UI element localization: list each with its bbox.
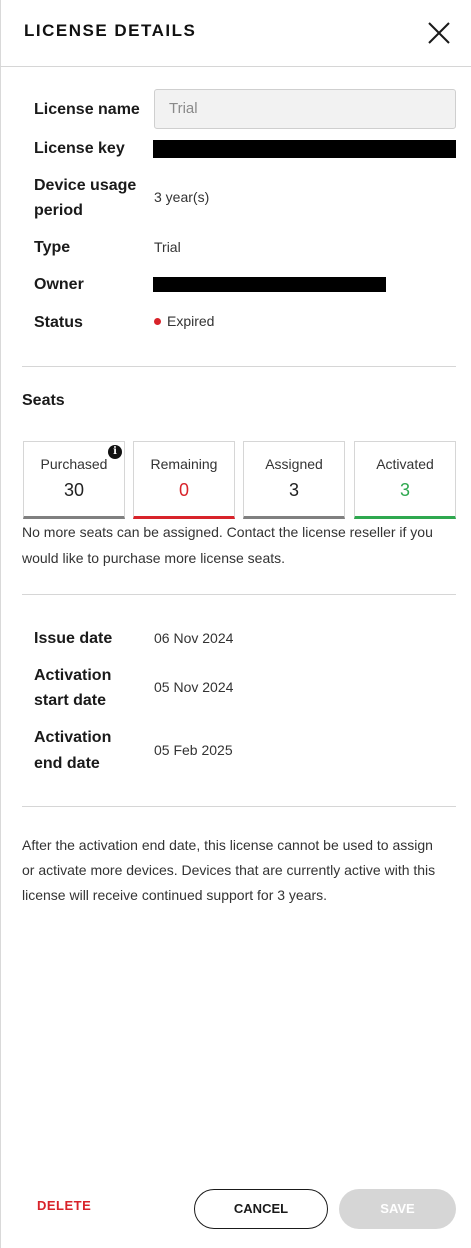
- seat-label: Purchased: [40, 456, 108, 472]
- seat-label: Activated: [376, 456, 434, 472]
- seat-card-purchased: Purchased 30 i: [23, 441, 125, 519]
- seat-label: Assigned: [265, 456, 323, 472]
- device-usage-value: 3 year(s): [154, 189, 210, 205]
- status-dot-icon: [154, 317, 161, 325]
- device-usage-label-line1: Device usage: [34, 177, 137, 194]
- license-key-redacted: [153, 140, 456, 158]
- issue-date-label: Issue date: [34, 630, 113, 647]
- seat-label: Remaining: [150, 456, 218, 472]
- type-value: Trial: [154, 239, 181, 255]
- close-icon: [428, 22, 450, 44]
- activation-start-label-line1: Activation: [34, 667, 112, 684]
- seat-value: 0: [178, 480, 189, 500]
- panel-title: LICENSE DETAILS: [24, 21, 197, 40]
- device-usage-label-line2: period: [34, 202, 83, 219]
- seat-card-activated: Activated 3: [354, 441, 456, 519]
- issue-date-value: 06 Nov 2024: [154, 630, 234, 646]
- close-button[interactable]: [425, 19, 453, 47]
- seat-card-assigned: Assigned 3: [243, 441, 345, 519]
- type-label: Type: [34, 239, 71, 256]
- activation-end-label-line2: end date: [34, 755, 100, 772]
- seats-title: Seats: [22, 392, 65, 409]
- owner-label: Owner: [34, 276, 84, 293]
- seat-card-remaining: Remaining 0: [133, 441, 235, 519]
- license-key-label: License key: [34, 140, 125, 157]
- activation-start-value: 05 Nov 2024: [154, 679, 234, 695]
- panel-header: LICENSE DETAILS: [0, 0, 471, 67]
- save-button[interactable]: SAVE: [339, 1189, 456, 1229]
- seat-value: 30: [63, 480, 85, 500]
- divider: [22, 806, 456, 807]
- seats-message-line1: No more seats can be assigned. Contact t…: [22, 524, 433, 540]
- cancel-button[interactable]: CANCEL: [194, 1189, 328, 1229]
- footer-note-line3: license will receive continued support f…: [22, 887, 328, 903]
- divider: [22, 366, 456, 367]
- info-icon[interactable]: i: [108, 445, 122, 459]
- divider: [22, 594, 456, 595]
- delete-button[interactable]: DELETE: [37, 1198, 91, 1213]
- status-text: Expired: [167, 313, 215, 329]
- seats-message-line2: would like to purchase more license seat…: [22, 550, 286, 566]
- license-name-field[interactable]: Trial: [154, 89, 456, 129]
- panel-left-border: [0, 0, 1, 1248]
- owner-redacted: [153, 277, 386, 292]
- seat-value: 3: [399, 480, 410, 500]
- status-label: Status: [34, 314, 83, 331]
- footer-note-line2: or activate more devices. Devices that a…: [22, 862, 436, 878]
- footer-note-line1: After the activation end date, this lice…: [22, 837, 433, 853]
- activation-start-label-line2: start date: [34, 692, 107, 709]
- seat-value: 3: [288, 480, 299, 500]
- activation-end-label-line1: Activation: [34, 729, 112, 746]
- license-name-label: License name: [34, 101, 140, 118]
- status-value: Expired: [154, 311, 214, 331]
- activation-end-value: 05 Feb 2025: [154, 742, 233, 758]
